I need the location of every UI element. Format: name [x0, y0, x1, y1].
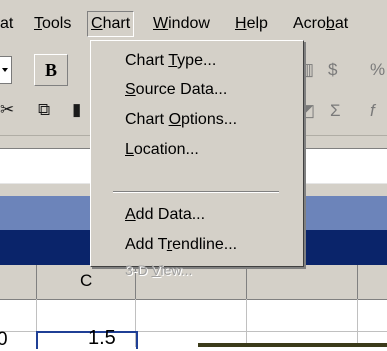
- chevron-down-icon: [2, 68, 8, 72]
- menu-item-chart-type[interactable]: Chart Type...: [125, 49, 216, 73]
- column-header-row: C: [0, 265, 387, 300]
- menu-item-add-data[interactable]: Add Data...: [125, 203, 205, 227]
- menu-bar: at Tools Chart Window Help Acrobat: [0, 0, 387, 41]
- menu-item-location[interactable]: Location...: [125, 138, 199, 162]
- grid-row[interactable]: [0, 299, 387, 332]
- font-size-dropdown[interactable]: [0, 56, 12, 84]
- menu-acrobat[interactable]: Acrobat: [293, 12, 348, 36]
- menu-help[interactable]: Help: [235, 12, 268, 36]
- active-cell[interactable]: [36, 331, 138, 349]
- menu-item-add-trendline[interactable]: Add Trendline...: [125, 233, 237, 257]
- menu-window[interactable]: Window: [153, 12, 210, 36]
- cut-icon[interactable]: ✂: [0, 100, 14, 120]
- copy-icon[interactable]: ⧉: [38, 100, 50, 120]
- cell-partial[interactable]: 0: [0, 329, 8, 351]
- function-button[interactable]: f: [370, 101, 375, 121]
- menu-item-source-data[interactable]: Source Data...: [125, 78, 227, 102]
- chart-dropdown-menu: Chart Type... Source Data... Chart Optio…: [90, 40, 304, 278]
- menu-item-3d-view: 3-D View...: [125, 262, 193, 278]
- paste-icon[interactable]: ▮: [72, 100, 81, 120]
- menu-tools[interactable]: Tools: [34, 12, 71, 36]
- autosum-button[interactable]: Σ: [330, 101, 341, 121]
- menu-chart[interactable]: Chart: [87, 11, 135, 37]
- chart-area-edge[interactable]: [198, 343, 387, 347]
- menu-separator: [113, 191, 279, 193]
- menu-item-chart-options[interactable]: Chart Options...: [125, 108, 237, 132]
- menu-format-partial[interactable]: at: [0, 12, 13, 36]
- bold-button[interactable]: B: [34, 54, 68, 86]
- currency-button[interactable]: $: [328, 60, 337, 80]
- column-header-c[interactable]: C: [80, 271, 92, 291]
- percent-button[interactable]: %: [370, 60, 385, 80]
